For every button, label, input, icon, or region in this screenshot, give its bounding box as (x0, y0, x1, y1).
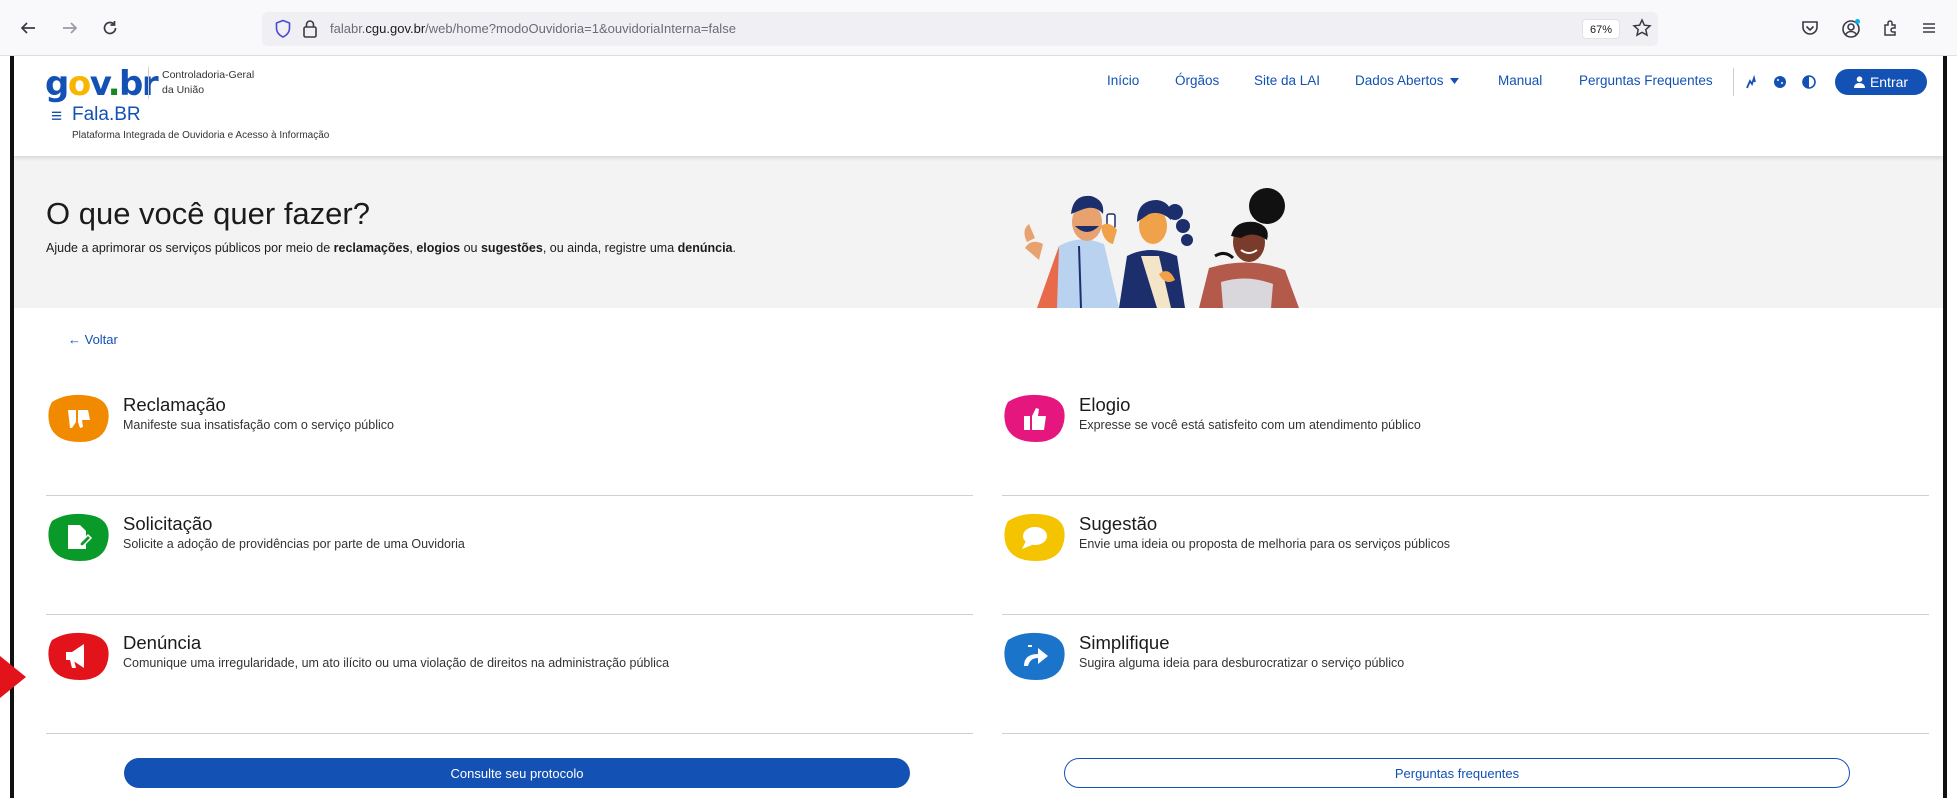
site-header: gov.br Controladoria-Geral da União ≡ Fal… (14, 56, 1943, 156)
option-title: Simplifique (1079, 632, 1170, 653)
contrast-icon[interactable] (1800, 73, 1818, 91)
user-icon (1853, 76, 1865, 88)
megaphone-icon (48, 632, 109, 680)
nav-dados-abertos-label: Dados Abertos (1355, 73, 1444, 88)
app-menu-icon[interactable] (1916, 15, 1942, 41)
hero-banner: O que você quer fazer? Ajude a aprimorar… (14, 156, 1943, 308)
hamburger-menu-icon[interactable]: ≡ (51, 106, 62, 128)
cookie-icon[interactable] (1771, 73, 1789, 91)
shield-icon[interactable] (274, 19, 292, 44)
site-subtitle: Plataforma Integrada de Ouvidoria e Aces… (72, 130, 330, 141)
caret-down-icon (1450, 78, 1460, 85)
option-title: Reclamação (123, 394, 226, 415)
sign-language-icon[interactable] (1742, 73, 1760, 91)
option-description: Sugira alguma ideia para desburocratizar… (1079, 656, 1405, 670)
page-title: O que você quer fazer? (46, 196, 370, 231)
option-title: Solicitação (123, 513, 213, 534)
nav-link-site-lai[interactable]: Site da LAI (1254, 73, 1320, 88)
forward-arrow-icon[interactable] (56, 14, 84, 42)
option-description: Manifeste sua insatisfação com o serviço… (123, 418, 394, 432)
back-link[interactable]: ← Voltar (68, 332, 118, 347)
option-description: Expresse se você está satisfeito com um … (1079, 418, 1421, 432)
pocket-icon[interactable] (1797, 15, 1823, 41)
logo-divider (148, 67, 149, 99)
extensions-icon[interactable] (1878, 15, 1904, 41)
option-sugestao[interactable]: Sugestão Envie uma ideia ou proposta de … (1002, 497, 1929, 615)
account-icon[interactable] (1838, 15, 1864, 41)
nav-separator (1733, 68, 1734, 96)
nav-link-inicio[interactable]: Início (1107, 73, 1139, 88)
option-elogio[interactable]: Elogio Expresse se você está satisfeito … (1002, 378, 1929, 496)
reload-icon[interactable] (96, 14, 124, 42)
nav-link-orgaos[interactable]: Órgãos (1175, 73, 1219, 88)
option-description: Solicite a adoção de providências por pa… (123, 537, 465, 551)
browser-toolbar: falabr.cgu.gov.br/web/home?modoOuvidoria… (0, 0, 1957, 56)
option-simplifique[interactable]: Simplifique Sugira alguma ideia para des… (1002, 616, 1929, 734)
option-denuncia[interactable]: Denúncia Comunique uma irregularidade, u… (46, 616, 973, 734)
option-solicitacao[interactable]: Solicitação Solicite a adoção de providê… (46, 497, 973, 615)
login-label: Entrar (1869, 74, 1909, 90)
option-description: Comunique uma irregularidade, um ato ilí… (123, 656, 670, 670)
annotation-arrow-icon (0, 656, 26, 698)
option-title: Denúncia (123, 632, 202, 653)
nav-link-perguntas-frequentes[interactable]: Perguntas Frequentes (1579, 73, 1713, 88)
option-reclamacao[interactable]: Reclamação Manifeste sua insatisfação co… (46, 378, 973, 496)
url-text[interactable]: falabr.cgu.gov.br/web/home?modoOuvidoria… (330, 21, 736, 36)
address-bar[interactable]: falabr.cgu.gov.br/web/home?modoOuvidoria… (262, 12, 1658, 46)
site-name[interactable]: Fala.BR (72, 104, 141, 126)
zoom-level-badge[interactable]: 67% (1582, 19, 1620, 39)
option-description: Envie uma ideia ou proposta de melhoria … (1079, 537, 1451, 551)
org-name: Controladoria-Geral da União (162, 69, 255, 96)
back-arrow-icon[interactable] (14, 14, 42, 42)
lock-icon[interactable] (302, 19, 318, 44)
nav-link-manual[interactable]: Manual (1498, 73, 1542, 88)
people-illustration (1024, 188, 1299, 308)
hero-description: Ajude a aprimorar os serviços públicos p… (46, 241, 736, 255)
thumbs-up-icon (1004, 394, 1065, 442)
screen-frame-right (1943, 56, 1947, 798)
login-button[interactable]: Entrar (1835, 69, 1927, 95)
nav-link-dados-abertos[interactable]: Dados Abertos (1355, 73, 1460, 88)
gov-br-logo[interactable]: gov.br (45, 64, 159, 104)
option-title: Elogio (1079, 394, 1131, 415)
bookmark-star-icon[interactable] (1632, 18, 1652, 43)
consulte-protocolo-button[interactable]: Consulte seu protocolo (124, 758, 910, 788)
speech-bubble-icon (1004, 513, 1065, 561)
thumbs-down-icon (48, 394, 109, 442)
option-title: Sugestão (1079, 513, 1158, 534)
document-edit-icon (48, 513, 109, 561)
perguntas-frequentes-button[interactable]: Perguntas frequentes (1064, 758, 1850, 788)
share-arrow-icon (1004, 632, 1065, 680)
